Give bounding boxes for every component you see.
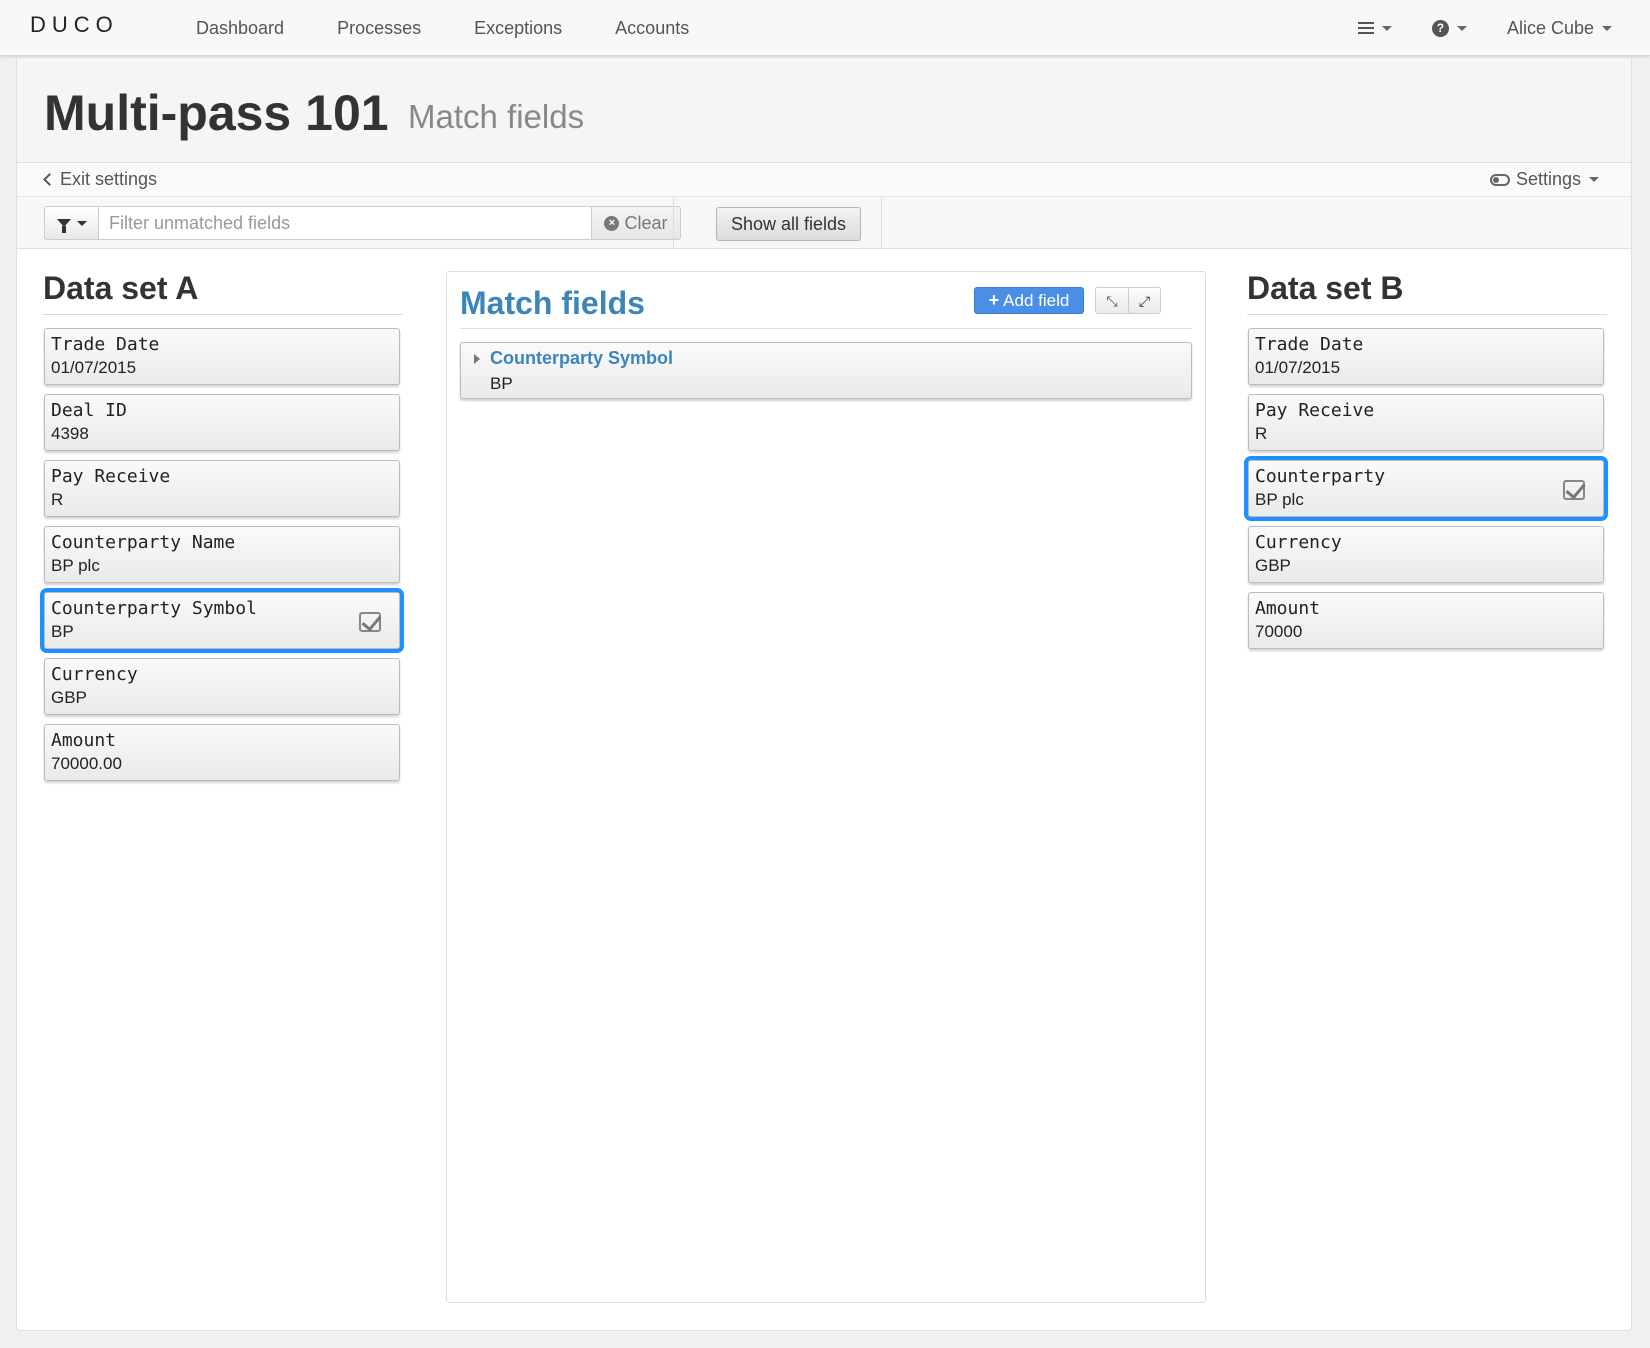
- field-card[interactable]: Trade Date 01/07/2015: [44, 328, 400, 385]
- field-name: Amount: [51, 730, 117, 751]
- field-name: Counterparty Name: [51, 532, 236, 553]
- plus-icon: +: [988, 290, 1000, 310]
- help-dropdown[interactable]: ?: [1431, 19, 1467, 37]
- add-field-label: Add field: [1003, 290, 1070, 310]
- resize-group: ⤡ ⤢: [1095, 287, 1161, 314]
- top-navbar: DUCO Dashboard Processes Exceptions Acco…: [0, 0, 1650, 56]
- caret-down-icon: [1381, 25, 1392, 31]
- nav-right: ? Alice Cube: [1318, 0, 1612, 56]
- menu-dropdown[interactable]: [1357, 22, 1392, 34]
- page-header: Multi-pass 101 Match fields: [17, 58, 1631, 163]
- checkbox-checked-icon[interactable]: [359, 612, 381, 632]
- field-name: Currency: [1255, 532, 1342, 553]
- caret-down-icon: [1456, 25, 1467, 31]
- user-dropdown[interactable]: Alice Cube: [1507, 18, 1612, 39]
- nav-dashboard[interactable]: Dashboard: [196, 18, 284, 39]
- nav-exceptions[interactable]: Exceptions: [474, 18, 562, 39]
- match-field-name: Counterparty Symbol: [490, 348, 674, 368]
- chevron-left-icon: [43, 173, 56, 186]
- field-value: 01/07/2015: [1255, 358, 1341, 377]
- filter-type-button[interactable]: [44, 206, 99, 240]
- hamburger-icon: [1357, 22, 1374, 34]
- dataset-a-field-list: Trade Date 01/07/2015 Deal ID 4398 Pay Recei…: [40, 328, 404, 790]
- divider: [881, 197, 882, 249]
- field-card[interactable]: Pay Receive R: [44, 460, 400, 517]
- field-card[interactable]: Amount 70000: [1248, 592, 1604, 649]
- field-name: Amount: [1255, 598, 1321, 619]
- page-title: Multi-pass 101: [44, 85, 389, 141]
- clear-button[interactable]: × Clear: [591, 206, 681, 240]
- dataset-b-title: Data set B: [1247, 270, 1404, 306]
- match-field-value: BP: [490, 374, 513, 393]
- main-card: Multi-pass 101 Match fields Exit setting…: [16, 57, 1632, 1331]
- dataset-a-title: Data set A: [43, 270, 199, 306]
- filter-group: × Clear: [44, 206, 681, 240]
- nav-processes[interactable]: Processes: [337, 18, 421, 39]
- dataset-a-rule: [43, 314, 403, 315]
- field-value: R: [1255, 424, 1268, 443]
- dataset-b-rule: [1247, 314, 1607, 315]
- close-circle-icon: ×: [604, 215, 620, 231]
- field-card[interactable]: Amount 70000.00: [44, 724, 400, 781]
- show-all-fields-button[interactable]: Show all fields: [716, 207, 861, 241]
- exit-settings-link[interactable]: Exit settings: [43, 169, 158, 190]
- question-circle-icon: ?: [1431, 19, 1449, 37]
- field-card[interactable]: Counterparty Symbol BP: [40, 588, 404, 653]
- field-name: Pay Receive: [1255, 400, 1375, 421]
- filter-bar: × Clear Show all fields: [17, 197, 1631, 249]
- field-card[interactable]: Counterparty BP plc: [1244, 456, 1608, 521]
- field-card[interactable]: Pay Receive R: [1248, 394, 1604, 451]
- settings-label: Settings: [1515, 169, 1581, 189]
- toggle-icon: [1489, 173, 1510, 186]
- field-card[interactable]: Currency GBP: [1248, 526, 1604, 583]
- field-name: Counterparty: [1255, 466, 1386, 487]
- duco-logo[interactable]: DUCO: [30, 12, 119, 38]
- divider: [673, 197, 674, 249]
- main-nav: Dashboard Processes Exceptions Accounts: [196, 0, 742, 56]
- match-fields-panel: Match fields + Add field ⤡ ⤢ Counterpart…: [446, 271, 1206, 1303]
- match-fields-title: Match fields: [460, 285, 645, 321]
- field-value: GBP: [51, 688, 87, 707]
- add-field-button[interactable]: + Add field: [974, 287, 1084, 314]
- field-name: Trade Date: [1255, 334, 1364, 355]
- checkbox-checked-icon[interactable]: [1563, 480, 1585, 500]
- field-value: 4398: [51, 424, 89, 443]
- field-card[interactable]: Currency GBP: [44, 658, 400, 715]
- compress-icon[interactable]: ⤡: [1096, 288, 1128, 313]
- settings-dropdown[interactable]: Settings: [1489, 169, 1599, 190]
- field-card[interactable]: Trade Date 01/07/2015: [1248, 328, 1604, 385]
- match-fields-rule: [460, 328, 1192, 329]
- field-name: Trade Date: [51, 334, 160, 355]
- caret-down-icon: [1602, 25, 1612, 31]
- field-value: 70000.00: [51, 754, 122, 773]
- field-value: BP: [51, 622, 74, 641]
- funnel-icon: [56, 219, 71, 233]
- field-value: BP plc: [1255, 490, 1304, 509]
- field-value: BP plc: [51, 556, 100, 575]
- field-name: Counterparty Symbol: [51, 598, 257, 619]
- match-field-card[interactable]: Counterparty Symbol BP: [460, 342, 1192, 399]
- field-name: Pay Receive: [51, 466, 171, 487]
- caret-down-icon: [76, 220, 87, 226]
- field-card[interactable]: Counterparty Name BP plc: [44, 526, 400, 583]
- field-card[interactable]: Deal ID 4398: [44, 394, 400, 451]
- page-subtitle: Match fields: [408, 98, 585, 135]
- field-value: 70000: [1255, 622, 1303, 641]
- caret-right-icon[interactable]: [474, 354, 480, 364]
- dataset-b-field-list: Trade Date 01/07/2015 Pay Receive R Counterp…: [1244, 328, 1608, 658]
- field-value: 01/07/2015: [51, 358, 137, 377]
- caret-down-icon: [1589, 177, 1599, 182]
- exit-settings-label: Exit settings: [60, 169, 158, 189]
- field-name: Currency: [51, 664, 138, 685]
- settings-bar: Exit settings Settings: [17, 163, 1631, 197]
- expand-icon[interactable]: ⤢: [1127, 288, 1160, 313]
- field-value: GBP: [1255, 556, 1291, 575]
- filter-input[interactable]: [99, 206, 591, 240]
- clear-label: Clear: [624, 212, 668, 233]
- user-name: Alice Cube: [1506, 17, 1594, 38]
- field-value: R: [51, 490, 64, 509]
- field-name: Deal ID: [51, 400, 127, 421]
- nav-accounts[interactable]: Accounts: [615, 18, 689, 39]
